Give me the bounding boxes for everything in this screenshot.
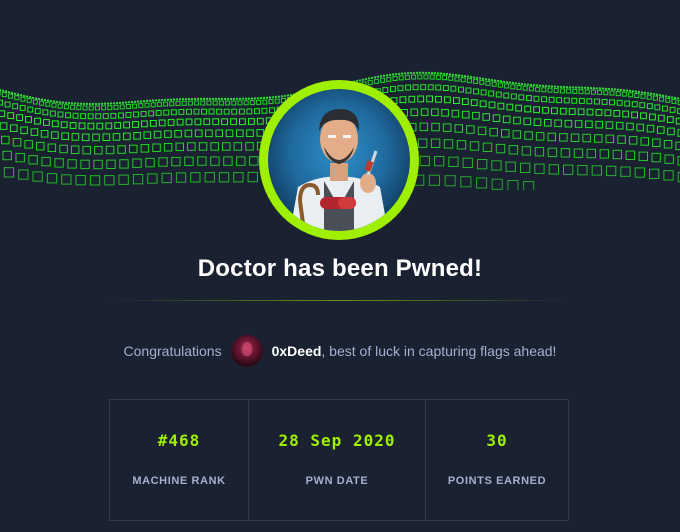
user-avatar[interactable] — [230, 335, 263, 367]
stat-label: PWN DATE — [305, 475, 369, 487]
stat-value: #468 — [157, 431, 201, 450]
stat-label: MACHINE RANK — [132, 475, 226, 487]
stat-label: POINTS EARNED — [447, 475, 547, 487]
congrats-prefix: Congratulations — [123, 343, 222, 359]
congrats-suffix: , best of luck in capturing flags ahead! — [321, 343, 557, 359]
doctor-avatar — [268, 89, 410, 231]
stat-pwn-date: 28 Sep 2020 PWN DATE — [249, 400, 426, 520]
username-link[interactable]: 0xDeed — [272, 343, 322, 359]
page-title: Doctor has been Pwned! — [197, 255, 483, 282]
stat-value: 28 Sep 2020 — [278, 431, 396, 450]
machine-avatar — [259, 80, 419, 240]
stat-points-earned: 30 POINTS EARNED — [426, 400, 568, 520]
stats-panel: #468 MACHINE RANK 28 Sep 2020 PWN DATE 3… — [109, 399, 569, 521]
title-divider — [110, 300, 570, 301]
congrats-message: Congratulations 0xDeed , best of luck in… — [0, 334, 680, 368]
stat-machine-rank: #468 MACHINE RANK — [110, 400, 249, 520]
stat-value: 30 — [486, 431, 508, 450]
